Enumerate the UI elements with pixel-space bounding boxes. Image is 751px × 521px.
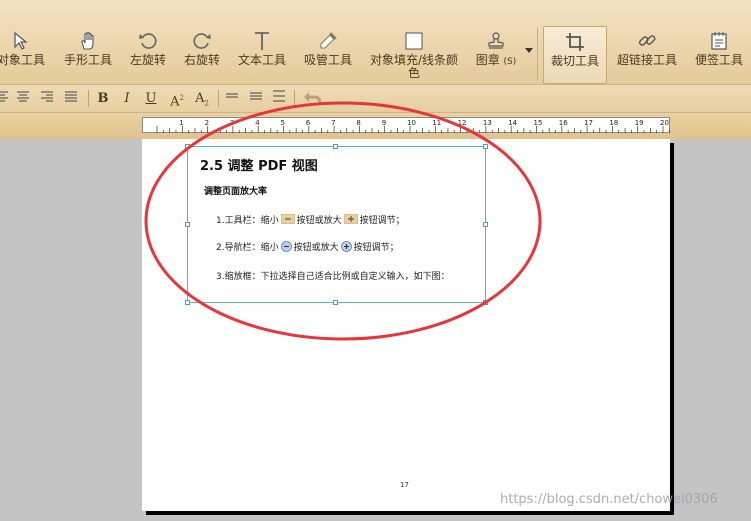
ruler-number: 4	[255, 119, 260, 127]
horizontal-ruler[interactable]: 1 2 3 4 5 6 7 8 9 10 11 12 13 14 15 16 17 18 19 20	[142, 117, 670, 133]
ruler-number: 6	[305, 119, 311, 127]
line-spacing-icon	[250, 92, 262, 100]
selection-handle-left[interactable]	[185, 222, 190, 227]
crop-selection-box[interactable]	[187, 146, 486, 303]
ruler-number: 1	[179, 119, 184, 127]
format-separator	[88, 90, 89, 107]
tool-label: 右旋转	[183, 53, 220, 67]
ruler-number: 2	[204, 119, 210, 127]
ruler-number: 3	[229, 119, 235, 127]
align-center-icon	[17, 91, 29, 102]
eyedropper-tool-button[interactable]: 吸管工具	[300, 26, 356, 84]
note-icon	[711, 32, 727, 50]
format-toolbar: B I U A2 A2	[0, 85, 751, 113]
align-justify-button[interactable]	[64, 90, 78, 107]
selection-handle-top-right[interactable]	[483, 144, 488, 149]
line-spacing-icon	[226, 93, 238, 98]
ruler-number: 17	[584, 119, 594, 127]
ruler-number: 18	[609, 119, 619, 127]
tool-label: 图章 (S)	[475, 53, 517, 68]
bold-button[interactable]: B	[96, 90, 110, 107]
fill-box-icon	[405, 32, 423, 50]
ruler-number: 16	[558, 119, 568, 127]
undo-arrow-icon	[304, 92, 322, 104]
hand-icon	[81, 31, 94, 50]
format-separator	[294, 90, 295, 107]
page-number: 17	[400, 481, 409, 489]
align-right-icon	[41, 91, 53, 102]
tool-label-line2: 色	[407, 66, 420, 80]
rotate-left-icon	[139, 33, 157, 49]
undo-button[interactable]	[302, 90, 322, 107]
subscript-button[interactable]: A2	[193, 90, 211, 108]
selection-handle-top-left[interactable]	[185, 144, 190, 149]
ruler-number: 5	[280, 119, 285, 127]
ruler-number: 8	[356, 119, 361, 127]
superscript-button[interactable]: A2	[168, 90, 186, 109]
italic-button[interactable]: I	[120, 90, 134, 107]
link-icon	[638, 35, 656, 46]
underline-button[interactable]: U	[144, 90, 158, 107]
tool-label: 吸管工具	[303, 53, 352, 67]
ruler-number: 9	[381, 119, 387, 127]
tool-label: 手形工具	[63, 53, 112, 67]
ruler-number: 11	[432, 119, 442, 127]
align-right-button[interactable]	[40, 90, 54, 107]
tool-label: 文本工具	[237, 53, 286, 67]
stamp-icon	[488, 32, 504, 49]
selection-handle-top[interactable]	[333, 144, 338, 149]
arrow-cursor-icon	[14, 31, 28, 50]
toolbar-separator	[537, 28, 538, 80]
ruler-number: 20	[660, 119, 669, 127]
crop-icon	[566, 33, 584, 51]
text-tool-button[interactable]: 文本工具	[234, 26, 290, 84]
rotate-right-icon	[193, 33, 211, 49]
text-t-icon	[255, 32, 269, 50]
align-center-button[interactable]	[16, 90, 30, 107]
align-justify-icon	[65, 91, 77, 102]
line-spacing-1-button[interactable]	[225, 90, 239, 107]
ruler-number: 13	[482, 119, 492, 127]
line-spacing-icon	[273, 90, 285, 102]
ruler-number: 7	[331, 119, 336, 127]
note-tool-button[interactable]: 便签工具	[690, 26, 748, 84]
align-left-button[interactable]	[0, 90, 10, 107]
stamp-tool-button[interactable]: 图章 (S)	[470, 26, 522, 84]
tool-label: 超链接工具	[616, 53, 677, 67]
ruler-number: 19	[634, 119, 644, 127]
tool-label: 左旋转	[129, 53, 166, 67]
hyperlink-tool-button[interactable]: 超链接工具	[614, 26, 680, 84]
selection-handle-right[interactable]	[483, 222, 488, 227]
ruler-number: 12	[457, 119, 467, 127]
selection-handle-bottom-right[interactable]	[483, 300, 488, 305]
fill-color-tool-button[interactable]: 对象填充/线条颜 色	[366, 26, 462, 84]
ruler-number: 14	[508, 119, 518, 127]
rotate-right-button[interactable]: 右旋转	[178, 26, 226, 84]
stamp-dropdown-arrow-icon[interactable]	[525, 48, 533, 53]
tool-label: 对象工具	[0, 53, 45, 67]
object-tool-button[interactable]: 对象工具	[0, 26, 50, 84]
rotate-left-button[interactable]: 左旋转	[124, 26, 172, 84]
ruler-number: 15	[533, 119, 543, 127]
main-toolbar: 对象工具 手形工具 左旋转 右旋转 文本工具 吸管工具 对象填充/线条颜 色 图…	[0, 0, 751, 85]
line-spacing-3-button[interactable]	[272, 90, 286, 107]
watermark-text: https://blog.csdn.net/chowei0306	[500, 492, 718, 507]
selection-handle-bottom[interactable]	[333, 300, 338, 305]
format-separator	[218, 90, 219, 107]
tool-label: 裁切工具	[550, 54, 599, 68]
ruler-number: 10	[407, 119, 416, 127]
tool-label: 便签工具	[694, 53, 743, 67]
selection-handle-bottom-left[interactable]	[185, 300, 190, 305]
line-spacing-2-button[interactable]	[249, 90, 263, 107]
crop-tool-button[interactable]: 裁切工具	[543, 26, 607, 84]
align-left-icon	[0, 91, 8, 102]
hand-tool-button[interactable]: 手形工具	[60, 26, 116, 84]
eyedropper-icon	[320, 32, 337, 49]
